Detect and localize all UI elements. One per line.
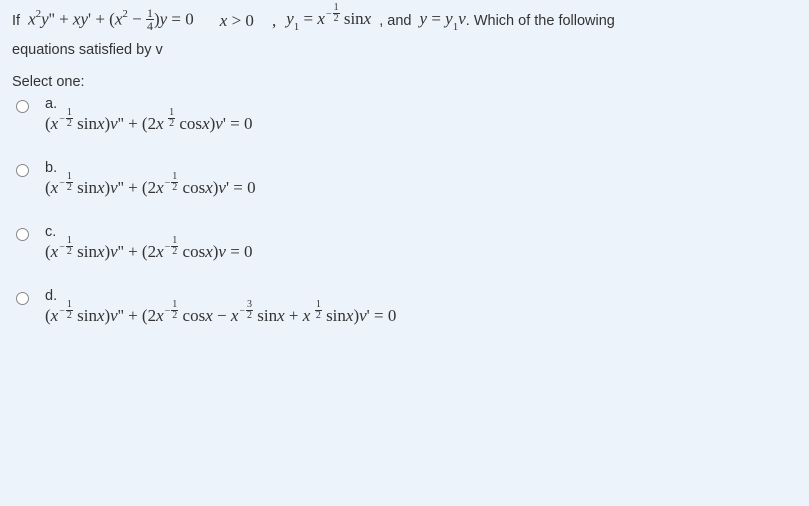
option-d[interactable]: d. (x−12 sinx)v'' + (2x−12 cosx − x−32 s… [12, 288, 797, 346]
main-equation: x2y'' + xy' + (x2 − 14)y = 0 [28, 8, 194, 33]
comma-1: , [272, 11, 276, 31]
radio-icon[interactable] [16, 228, 29, 241]
option-c-equation: (x−12 sinx)v'' + (2x−12 cosx)v = 0 [45, 242, 797, 282]
tail-text: . Which of the following [466, 13, 615, 29]
cond-xgt0: x > 0 [220, 11, 254, 31]
radio-icon[interactable] [16, 292, 29, 305]
radio-icon[interactable] [16, 164, 29, 177]
option-a-equation: (x−12 sinx)v'' + (2x 12 cosx)v' = 0 [45, 114, 797, 154]
option-b-label: b. [45, 160, 797, 176]
radio-icon[interactable] [16, 100, 29, 113]
option-c-label: c. [45, 224, 797, 240]
and-text: , and [379, 13, 411, 29]
option-b[interactable]: b. (x−12 sinx)v'' + (2x−12 cosx)v' = 0 [12, 160, 797, 218]
question-line-1: If x2y'' + xy' + (x2 − 14)y = 0 x > 0 , … [12, 8, 797, 44]
option-a-label: a. [45, 96, 797, 112]
select-one-label: Select one: [12, 74, 797, 90]
option-d-equation: (x−12 sinx)v'' + (2x−12 cosx − x−32 sinx… [45, 306, 797, 346]
y1-def: y1 = x−12 sinx [286, 9, 371, 31]
y-def: y = y1v [420, 9, 466, 31]
option-b-equation: (x−12 sinx)v'' + (2x−12 cosx)v' = 0 [45, 178, 797, 218]
option-c[interactable]: c. (x−12 sinx)v'' + (2x−12 cosx)v = 0 [12, 224, 797, 282]
question-line-2: equations satisfied by v [12, 42, 797, 58]
option-a[interactable]: a. (x−12 sinx)v'' + (2x 12 cosx)v' = 0 [12, 96, 797, 154]
if-text: If [12, 13, 20, 29]
option-d-label: d. [45, 288, 797, 304]
